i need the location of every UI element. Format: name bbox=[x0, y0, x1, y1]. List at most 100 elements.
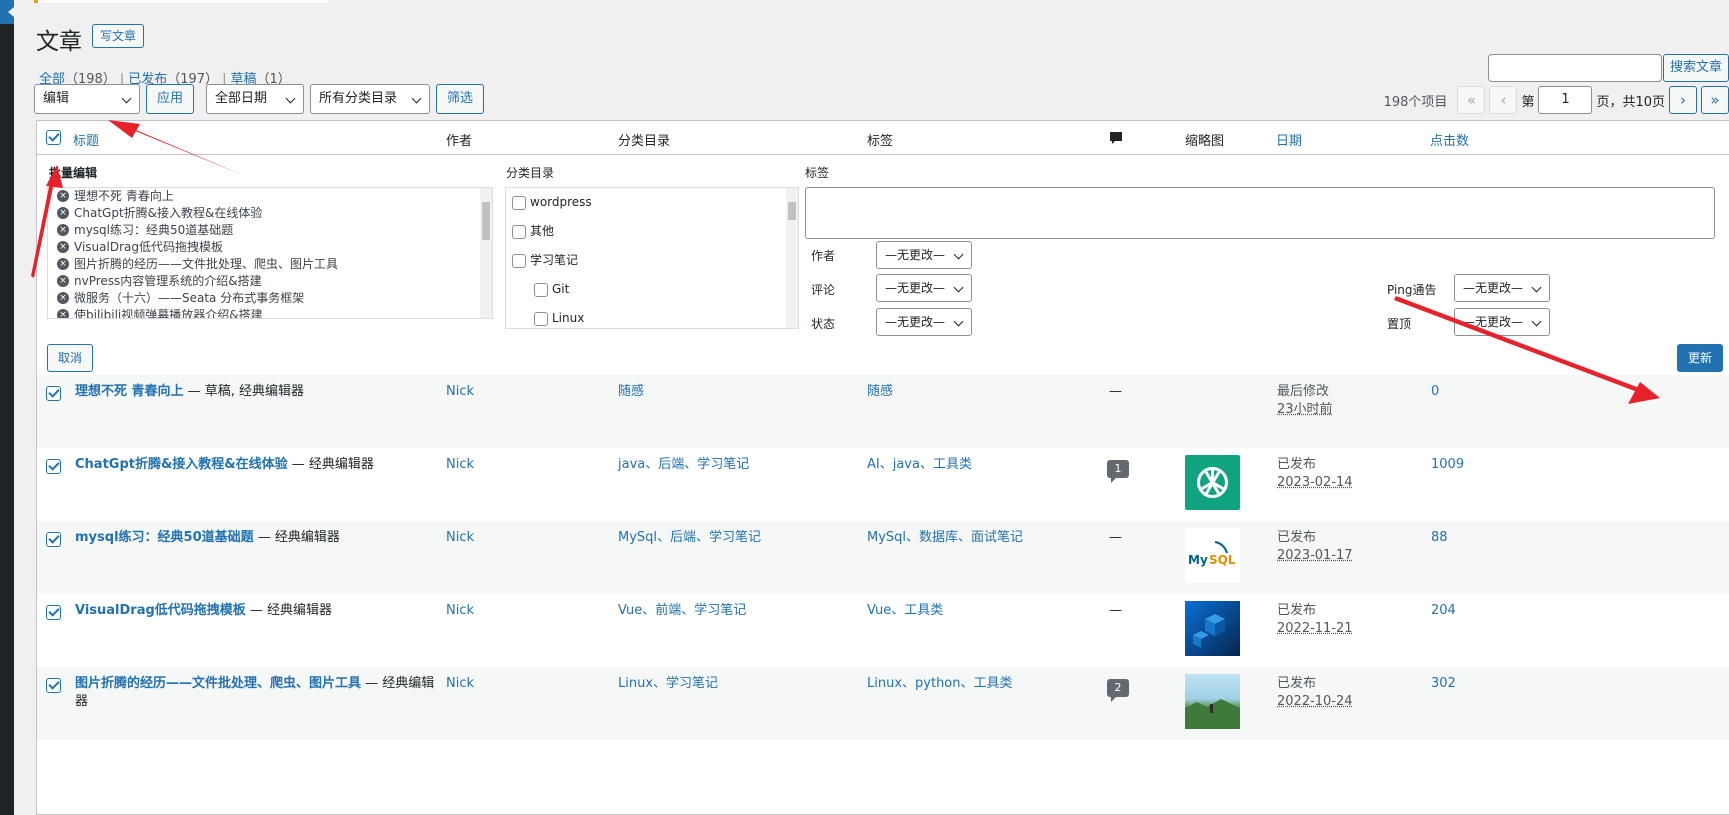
update-button[interactable]: 更新 bbox=[1676, 344, 1723, 372]
status-select[interactable]: —无更改— bbox=[876, 308, 973, 336]
search-input[interactable] bbox=[1488, 54, 1662, 82]
post-date-cell: 已发布 2023-02-14 bbox=[1277, 456, 1353, 492]
post-tags[interactable]: Vue、工具类 bbox=[867, 602, 943, 620]
select-all-checkbox[interactable] bbox=[46, 130, 61, 145]
column-clicks[interactable]: 点击数 bbox=[1430, 130, 1469, 149]
list-item: × mysql练习：经典50道基础题 bbox=[48, 222, 492, 239]
post-author[interactable]: Nick bbox=[446, 529, 474, 547]
row-checkbox[interactable] bbox=[46, 678, 61, 693]
remove-icon[interactable]: × bbox=[57, 292, 69, 304]
row-checkbox[interactable] bbox=[46, 386, 61, 401]
remove-icon[interactable]: × bbox=[57, 190, 69, 202]
scrollbar[interactable] bbox=[480, 188, 492, 318]
chatgpt-logo-thumbnail[interactable] bbox=[1185, 455, 1240, 510]
post-title-link[interactable]: 图片折腾的经历——文件批处理、爬虫、图片工具 bbox=[75, 676, 361, 691]
tags-textarea[interactable] bbox=[805, 187, 1715, 239]
column-date[interactable]: 日期 bbox=[1276, 130, 1302, 149]
cubes-thumbnail[interactable] bbox=[1185, 601, 1240, 656]
column-thumbnail: 缩略图 bbox=[1185, 134, 1225, 149]
category-item[interactable]: 其他 bbox=[506, 217, 798, 246]
post-author[interactable]: Nick bbox=[446, 383, 474, 401]
category-label: Git bbox=[552, 282, 570, 296]
post-categories[interactable]: Linux、学习笔记 bbox=[618, 675, 718, 693]
post-tags[interactable]: MySql、数据库、面试笔记 bbox=[867, 529, 1023, 547]
post-author[interactable]: Nick bbox=[446, 602, 474, 620]
landscape-thumbnail[interactable] bbox=[1185, 674, 1240, 729]
post-author[interactable]: Nick bbox=[446, 675, 474, 693]
post-title-cell: 理想不死 青春向上 — 草稿, 经典编辑器 bbox=[75, 383, 435, 401]
post-categories[interactable]: Vue、前端、学习笔记 bbox=[618, 602, 746, 620]
categories-label: 分类目录 bbox=[506, 166, 555, 180]
row-checkbox[interactable] bbox=[46, 605, 61, 620]
cancel-button[interactable]: 取消 bbox=[47, 344, 94, 372]
post-title-link[interactable]: mysql练习：经典50道基础题 bbox=[75, 530, 254, 545]
bulk-title: nvPress内容管理系统的介绍&搭建 bbox=[74, 274, 262, 288]
post-clicks: 204 bbox=[1431, 603, 1456, 618]
bulk-titles-list: × 理想不死 青春向上 × ChatGpt折腾&接入教程&在线体验 × mysql练习… bbox=[47, 187, 493, 319]
bulk-title: 使bilibili视频弹幕播放器介绍&搭建 bbox=[74, 308, 263, 319]
bulk-title: mysql练习：经典50道基础题 bbox=[74, 223, 234, 237]
category-item[interactable]: wordpress bbox=[506, 188, 798, 217]
category-checkbox[interactable] bbox=[512, 225, 526, 239]
post-author[interactable]: Nick bbox=[446, 456, 474, 474]
remove-icon[interactable]: × bbox=[57, 207, 69, 219]
add-new-post-button[interactable]: 写文章 bbox=[92, 24, 145, 48]
mysql-logo-thumbnail[interactable]: My SQL bbox=[1185, 528, 1240, 583]
ping-select[interactable]: —无更改— bbox=[1454, 274, 1551, 302]
post-date: 2023-01-17 bbox=[1277, 548, 1353, 563]
next-page-button[interactable]: › bbox=[1669, 86, 1697, 114]
remove-icon[interactable]: × bbox=[57, 258, 69, 270]
list-item: × VisualDrag低代码拖拽模板 bbox=[48, 239, 492, 256]
category-item[interactable]: 学习笔记 bbox=[506, 246, 798, 275]
remove-icon[interactable]: × bbox=[57, 224, 69, 236]
categories-checklist: wordpress 其他 学习笔记 Git Linux bbox=[505, 187, 799, 329]
row-checkbox[interactable] bbox=[46, 532, 61, 547]
remove-icon[interactable]: × bbox=[57, 241, 69, 253]
post-tags[interactable]: AI、java、工具类 bbox=[867, 456, 972, 474]
post-tags[interactable]: Linux、python、工具类 bbox=[867, 675, 1013, 693]
scrollbar-thumb[interactable] bbox=[482, 202, 490, 240]
bulk-title: 图片折腾的经历——文件批处理、爬虫、图片工具 bbox=[74, 257, 339, 271]
remove-icon[interactable]: × bbox=[57, 309, 69, 318]
table-header: 标题 作者 分类目录 标签 缩略图 日期 点击数 bbox=[37, 121, 1729, 155]
comment-column-icon[interactable] bbox=[1109, 131, 1123, 149]
bulk-title: ChatGpt折腾&接入教程&在线体验 bbox=[74, 206, 263, 220]
post-state: — 经典编辑器 bbox=[287, 457, 374, 472]
category-item[interactable]: Git bbox=[506, 275, 798, 304]
category-item[interactable]: Linux bbox=[506, 304, 798, 328]
category-checkbox[interactable] bbox=[512, 254, 526, 268]
comment-count-bubble[interactable]: 2 bbox=[1107, 679, 1129, 702]
post-tags[interactable]: 随感 bbox=[867, 383, 893, 401]
remove-icon[interactable]: × bbox=[57, 275, 69, 287]
post-title-link[interactable]: ChatGpt折腾&接入教程&在线体验 bbox=[75, 457, 288, 472]
svg-text:SQL: SQL bbox=[1209, 553, 1236, 567]
category-checkbox[interactable] bbox=[534, 283, 548, 297]
category-checkbox[interactable] bbox=[534, 312, 548, 326]
scrollbar-thumb[interactable] bbox=[788, 202, 796, 220]
current-page-input[interactable]: 1 bbox=[1538, 86, 1593, 114]
category-label: 学习笔记 bbox=[530, 253, 579, 267]
last-page-button[interactable]: » bbox=[1701, 86, 1729, 114]
apply-button[interactable]: 应用 bbox=[146, 84, 195, 114]
list-item: × 理想不死 青春向上 bbox=[48, 188, 492, 205]
author-select[interactable]: —无更改— bbox=[876, 241, 973, 269]
scrollbar[interactable] bbox=[786, 188, 798, 328]
category-checkbox[interactable] bbox=[512, 196, 526, 210]
filter-button[interactable]: 筛选 bbox=[436, 84, 485, 114]
comment-count-bubble[interactable]: 1 bbox=[1107, 460, 1129, 483]
category-filter-select[interactable]: 所有分类目录 bbox=[310, 84, 430, 114]
post-categories[interactable]: MySql、后端、学习笔记 bbox=[618, 529, 761, 547]
post-date-cell: 最后修改 23小时前 bbox=[1277, 383, 1333, 419]
post-categories[interactable]: 随感 bbox=[618, 383, 644, 401]
post-title-link[interactable]: 理想不死 青春向上 bbox=[75, 384, 184, 399]
search-posts-button[interactable]: 搜索文章 bbox=[1662, 54, 1729, 82]
sticky-select[interactable]: —无更改— bbox=[1454, 308, 1551, 336]
tags-label: 标签 bbox=[805, 166, 830, 180]
comment-select[interactable]: —无更改— bbox=[876, 274, 973, 302]
post-title-link[interactable]: VisualDrag低代码拖拽模板 bbox=[75, 603, 246, 618]
row-checkbox[interactable] bbox=[46, 459, 61, 474]
bulk-action-select[interactable]: 编辑 bbox=[34, 84, 140, 114]
column-title[interactable]: 标题 bbox=[73, 130, 99, 149]
date-filter-select[interactable]: 全部日期 bbox=[206, 84, 304, 114]
post-categories[interactable]: java、后端、学习笔记 bbox=[618, 456, 749, 474]
